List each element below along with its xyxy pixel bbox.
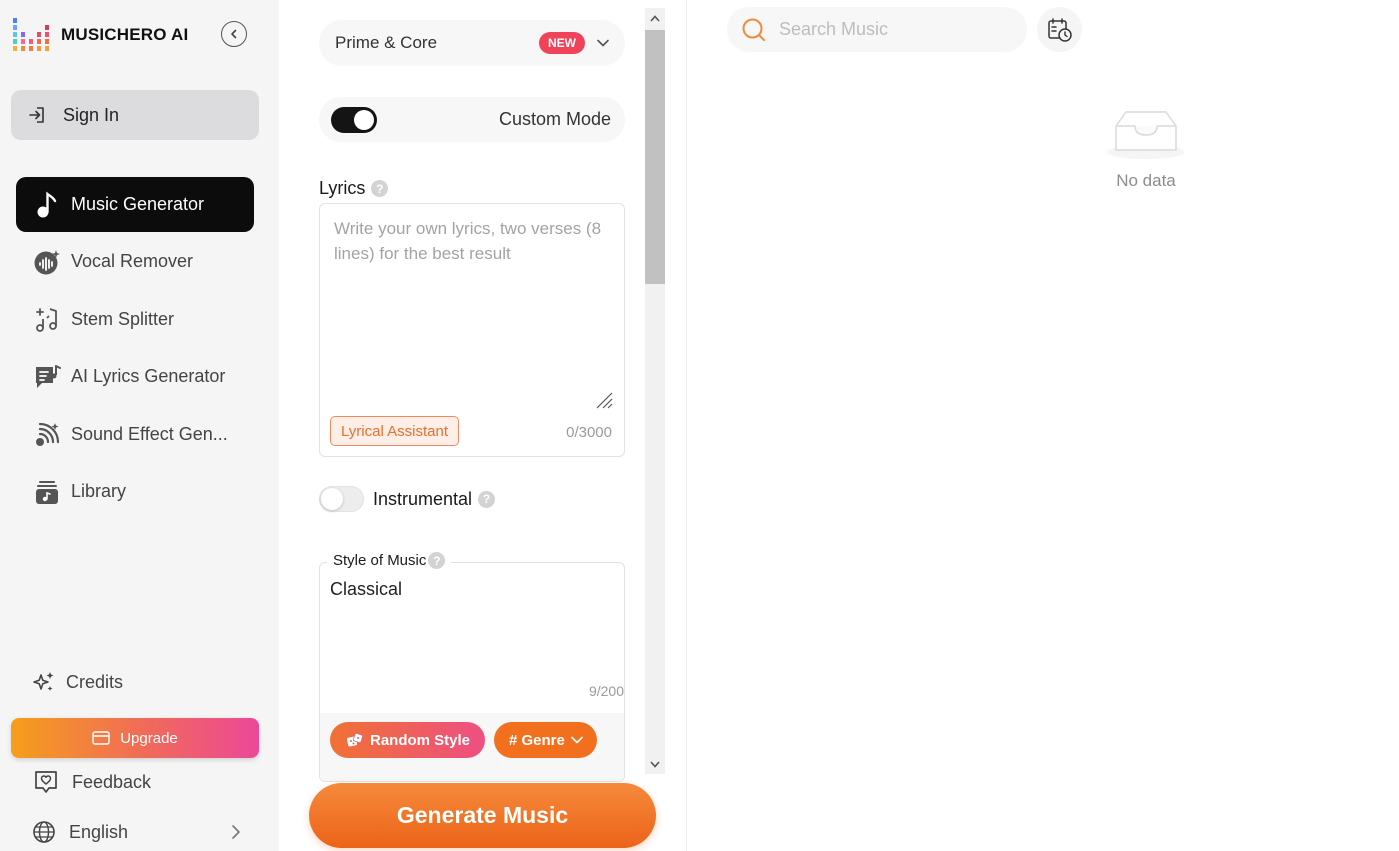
calendar-history-icon [1047, 17, 1072, 42]
nav-label: Library [71, 481, 127, 501]
nav-ai-lyrics-generator[interactable]: AI Lyrics Generator [16, 349, 254, 404]
help-icon[interactable]: ? [371, 180, 389, 197]
language-selector[interactable]: English [32, 820, 242, 844]
brand-name: MUSICHERO AI [61, 25, 189, 44]
sparkle-icon [33, 672, 54, 691]
library-icon [33, 478, 61, 506]
help-icon[interactable]: ? [478, 490, 496, 508]
instrumental-toggle[interactable] [319, 486, 364, 512]
upgrade-label: Upgrade [120, 729, 178, 747]
nav-label: Stem Splitter [71, 309, 175, 329]
style-container: Classical 9/200 Random Style # Genre [319, 562, 625, 782]
nav-stem-splitter[interactable]: Stem Splitter [16, 292, 254, 347]
language-label: English [69, 821, 129, 842]
app-root: MUSICHERO AI Sign In Music Generator Voc… [0, 0, 1399, 851]
search-bar [727, 7, 1027, 52]
custom-mode-label: Custom Mode [498, 109, 611, 129]
empty-inbox-icon [1107, 111, 1185, 159]
instrumental-label: Instrumental [373, 488, 473, 509]
sound-effect-icon [33, 421, 61, 449]
sign-in-icon [29, 107, 44, 123]
chevron-down-icon [597, 39, 609, 47]
style-label: Style of Music [333, 552, 427, 569]
credits-link[interactable]: Credits [32, 670, 123, 694]
nav-label: Sound Effect Gen... [71, 424, 228, 444]
custom-mode-row: Custom Mode [319, 97, 625, 142]
card-icon [92, 731, 110, 745]
sidebar: MUSICHERO AI Sign In Music Generator Voc… [0, 0, 279, 851]
resize-handle-icon[interactable] [594, 390, 614, 410]
style-char-count: 9/200 [588, 683, 624, 699]
new-badge: NEW [539, 32, 585, 54]
chevron-down-icon [650, 760, 660, 768]
nav-music-generator[interactable]: Music Generator [16, 177, 254, 232]
dice-icon [346, 732, 364, 747]
nav-vocal-remover[interactable]: Vocal Remover [16, 234, 254, 289]
nav-sound-effect-generator[interactable]: Sound Effect Gen... [16, 407, 254, 462]
genre-label: # Genre [509, 731, 565, 749]
lyrics-textarea[interactable] [320, 204, 624, 409]
model-select[interactable]: Prime & Core NEW [319, 20, 625, 66]
lyrics-container: Lyrical Assistant 0/3000 [319, 203, 625, 457]
history-button[interactable] [1037, 7, 1082, 52]
logo-icon [13, 18, 49, 51]
lyrics-heading: Lyrics ? [319, 178, 389, 199]
scroll-up-arrow[interactable] [645, 10, 665, 26]
help-icon[interactable]: ? [428, 552, 446, 569]
scroll-down-arrow[interactable] [645, 756, 665, 772]
credits-label: Credits [66, 671, 124, 692]
feedback-link[interactable]: Feedback [32, 768, 151, 796]
sign-in-label: Sign In [63, 104, 120, 125]
random-style-button[interactable]: Random Style [330, 722, 486, 758]
stem-splitter-icon [33, 306, 61, 334]
music-note-icon [33, 191, 61, 219]
vocal-remover-icon [33, 248, 61, 276]
chevron-left-icon [231, 29, 237, 39]
instrumental-row: Instrumental ? [319, 486, 496, 512]
search-input[interactable] [779, 19, 999, 40]
form-scrollbar[interactable] [645, 8, 665, 774]
custom-mode-toggle[interactable] [331, 106, 377, 133]
nav-label: AI Lyrics Generator [71, 366, 226, 386]
generator-form: Prime & Core NEW Custom Mode Lyrics ? Ly… [279, 0, 687, 851]
lyrical-assistant-button[interactable]: Lyrical Assistant [330, 416, 459, 446]
sign-in-button[interactable]: Sign In [11, 90, 259, 140]
nav-library[interactable]: Library [16, 464, 254, 519]
model-value: Prime & Core [335, 33, 438, 52]
collapse-sidebar-button[interactable] [221, 21, 247, 47]
feedback-heart-icon [35, 771, 57, 793]
empty-state: No data [1096, 104, 1196, 191]
lyrics-label: Lyrics [319, 178, 366, 198]
upgrade-button[interactable]: Upgrade [11, 718, 259, 758]
scroll-thumb[interactable] [645, 30, 665, 284]
nav-label: Music Generator [71, 194, 205, 214]
style-heading: Style of Music ? [327, 552, 452, 569]
nav-label: Vocal Remover [71, 251, 194, 271]
brand-logo[interactable]: MUSICHERO AI [12, 18, 188, 52]
lyrics-icon [33, 363, 61, 391]
genre-button[interactable]: # Genre [494, 722, 597, 758]
style-input[interactable]: Classical [330, 579, 402, 600]
chevron-down-icon [571, 736, 583, 744]
generate-music-button[interactable]: Generate Music [309, 783, 656, 848]
random-style-label: Random Style [370, 731, 471, 749]
empty-state-text: No data [1116, 171, 1176, 190]
chevron-right-icon [232, 825, 240, 839]
lyrics-char-count: 0/3000 [566, 424, 612, 441]
chevron-up-icon [650, 14, 660, 22]
globe-icon [33, 821, 55, 843]
style-toolbar: Random Style # Genre [320, 713, 624, 781]
feedback-label: Feedback [72, 771, 152, 792]
search-icon [742, 18, 765, 41]
